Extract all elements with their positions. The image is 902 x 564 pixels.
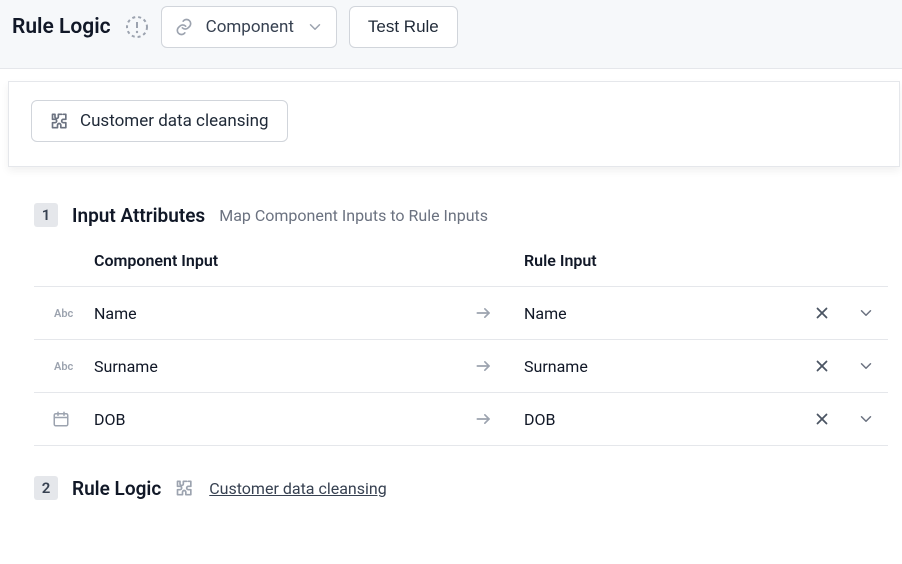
col-component-input: Component Input — [94, 251, 474, 270]
clear-icon[interactable] — [800, 410, 844, 428]
type-text-icon: Abc — [34, 307, 94, 320]
component-input-cell: Name — [94, 304, 474, 323]
table-header: Component Input Rule Input — [34, 251, 888, 286]
test-rule-button[interactable]: Test Rule — [349, 6, 458, 48]
rule-logic-head: 2 Rule Logic Customer data cleansing — [34, 476, 888, 500]
table-row: DOB DOB — [34, 392, 888, 446]
arrow-right-icon — [474, 356, 524, 376]
section-subtitle: Map Component Inputs to Rule Inputs — [219, 206, 488, 225]
table-row: Abc Surname Surname — [34, 339, 888, 392]
component-input-cell: DOB — [94, 410, 474, 429]
component-input-cell: Surname — [94, 357, 474, 376]
chevron-down-icon[interactable] — [844, 410, 888, 428]
col-rule-input: Rule Input — [524, 251, 800, 270]
main-content: 1 Input Attributes Map Component Inputs … — [34, 203, 888, 500]
section-title: Rule Logic — [72, 477, 161, 500]
arrow-right-icon — [474, 303, 524, 323]
component-chip[interactable]: Customer data cleansing — [31, 100, 288, 142]
step-number-2: 2 — [34, 476, 58, 500]
dropdown-label: Component — [206, 17, 294, 37]
table-row: Abc Name Name — [34, 286, 888, 339]
mapping-table: Component Input Rule Input Abc Name Name… — [34, 251, 888, 446]
rule-input-cell[interactable]: Surname — [524, 357, 800, 376]
type-date-icon — [34, 410, 94, 428]
chevron-down-icon[interactable] — [844, 357, 888, 375]
clear-icon[interactable] — [800, 304, 844, 322]
rule-logic-header: Rule Logic Component Test Rule — [0, 0, 902, 69]
chip-label: Customer data cleansing — [80, 111, 269, 131]
chevron-down-icon — [306, 18, 324, 36]
rule-input-cell[interactable]: Name — [524, 304, 800, 323]
puzzle-icon — [175, 478, 195, 498]
step-number-1: 1 — [34, 203, 58, 227]
component-dropdown[interactable]: Component — [161, 6, 337, 48]
input-attributes-head: 1 Input Attributes Map Component Inputs … — [34, 203, 888, 227]
component-card: Customer data cleansing — [8, 81, 900, 167]
type-text-icon: Abc — [34, 360, 94, 373]
info-pending-icon — [125, 15, 149, 39]
link-icon — [174, 17, 194, 37]
chevron-down-icon[interactable] — [844, 304, 888, 322]
arrow-right-icon — [474, 409, 524, 429]
rule-link[interactable]: Customer data cleansing — [209, 479, 387, 498]
clear-icon[interactable] — [800, 357, 844, 375]
section-title: Input Attributes — [72, 204, 205, 227]
rule-input-cell[interactable]: DOB — [524, 410, 800, 429]
page-title: Rule Logic — [12, 15, 111, 39]
puzzle-icon — [50, 111, 70, 131]
